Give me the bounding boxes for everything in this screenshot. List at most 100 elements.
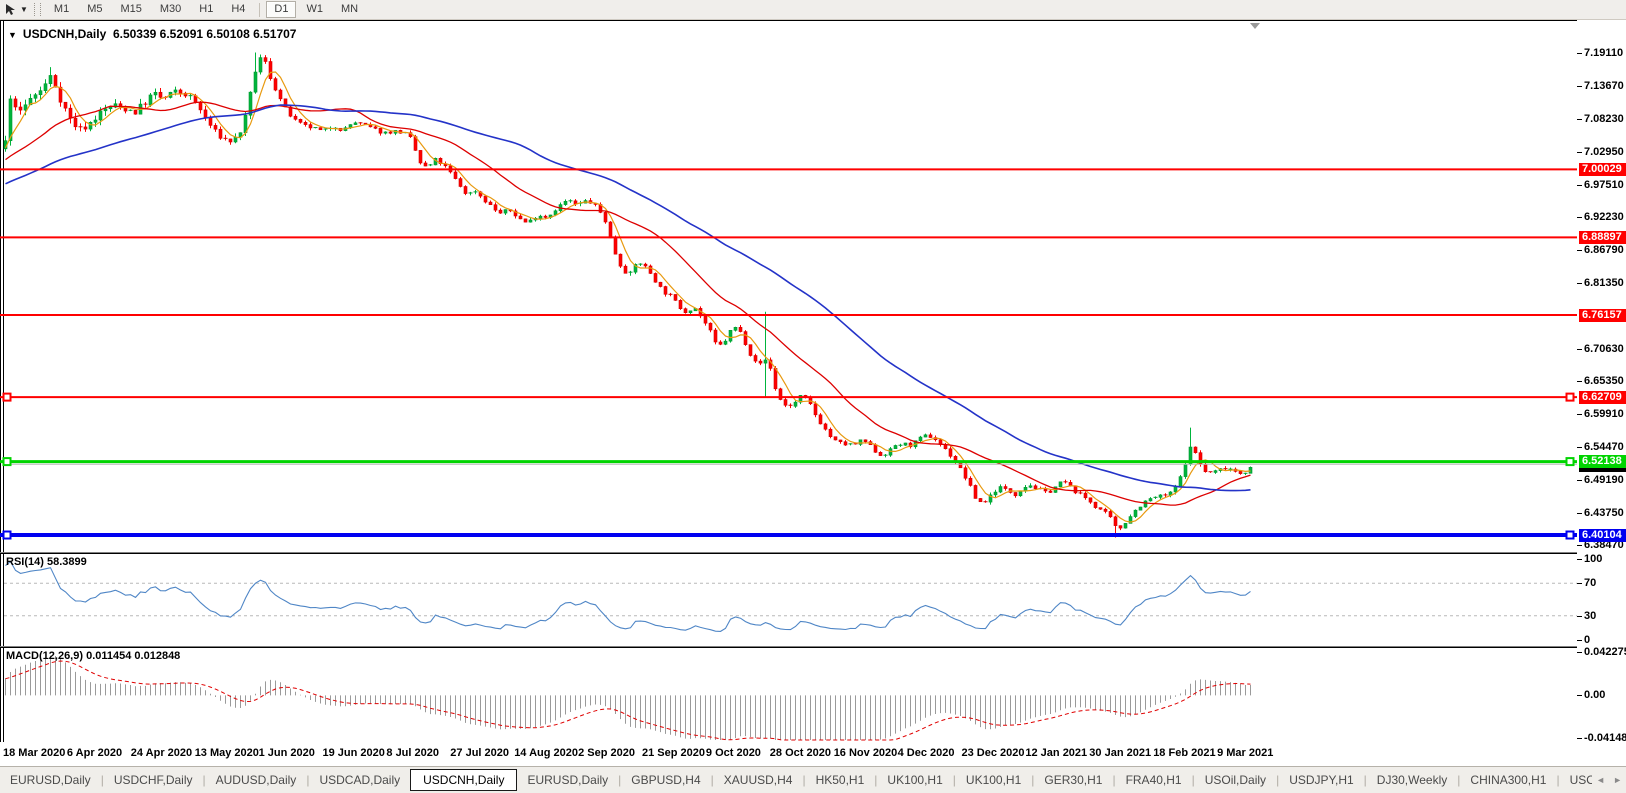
line-handle[interactable] bbox=[1567, 458, 1574, 465]
price-tick-mark bbox=[1577, 447, 1582, 448]
line-handle[interactable] bbox=[1567, 394, 1574, 401]
time-axis[interactable]: 18 Mar 20206 Apr 202024 Apr 202013 May 2… bbox=[0, 742, 1626, 766]
chart-tab-eurusd-daily[interactable]: EURUSD,Daily bbox=[0, 770, 101, 790]
price-tick-label: 6.49190 bbox=[1584, 474, 1624, 486]
tab-scroll-right-button[interactable]: ► bbox=[1609, 775, 1626, 785]
price-tick-label: 7.02950 bbox=[1584, 146, 1624, 158]
timeframe-button-m1[interactable]: M1 bbox=[46, 1, 77, 18]
chart-tab-eurusd-daily[interactable]: EURUSD,Daily bbox=[517, 770, 618, 790]
rsi-tick-mark bbox=[1577, 616, 1582, 617]
price-level-label-7.00029: 7.00029 bbox=[1579, 163, 1626, 176]
timeframe-button-m5[interactable]: M5 bbox=[79, 1, 110, 18]
macd-tick-mark bbox=[1577, 652, 1582, 653]
chart-tab-audusd-daily[interactable]: AUDUSD,Daily bbox=[206, 770, 307, 790]
price-tick-label: 6.81350 bbox=[1584, 277, 1624, 289]
price-tick-mark bbox=[1577, 152, 1582, 153]
date-label: 28 Oct 2020 bbox=[770, 747, 831, 759]
chart-tab-fra40-h1[interactable]: FRA40,H1 bbox=[1116, 770, 1192, 790]
price-axis[interactable]: 7.191107.136707.082307.029506.975106.922… bbox=[1577, 20, 1626, 742]
line-handle[interactable] bbox=[4, 394, 11, 401]
price-tick-mark bbox=[1577, 545, 1582, 546]
date-label: 18 Mar 2020 bbox=[3, 747, 65, 759]
price-level-label-6.76157: 6.76157 bbox=[1579, 309, 1626, 322]
timeframe-button-h1[interactable]: H1 bbox=[191, 1, 221, 18]
price-tick-label: 7.19110 bbox=[1584, 47, 1623, 59]
price-tick-label: 6.97510 bbox=[1584, 179, 1624, 191]
chart-canvas[interactable] bbox=[0, 20, 1626, 742]
timeframe-button-mn[interactable]: MN bbox=[333, 1, 366, 18]
macd-tick-mark bbox=[1577, 738, 1582, 739]
price-tick-mark bbox=[1577, 480, 1582, 481]
date-label: 8 Jul 2020 bbox=[386, 747, 439, 759]
chart-tab-hk50-h1[interactable]: HK50,H1 bbox=[806, 770, 875, 790]
chart-tab-china300-h1[interactable]: CHINA300,H1 bbox=[1460, 770, 1556, 790]
line-handle[interactable] bbox=[1567, 532, 1574, 539]
timeframe-button-m30[interactable]: M30 bbox=[152, 1, 189, 18]
tool-dropdown-arrow-icon[interactable]: ▼ bbox=[20, 5, 28, 14]
chart-tab-usdchf-daily[interactable]: USDCHF,Daily bbox=[104, 770, 203, 790]
chart-tab-xauusd-h4[interactable]: XAUUSD,H4 bbox=[714, 770, 803, 790]
date-label: 1 Jun 2020 bbox=[259, 747, 315, 759]
rsi-tick-label: 100 bbox=[1584, 553, 1602, 565]
price-tick-mark bbox=[1577, 513, 1582, 514]
chart-tab-dj30-weekly[interactable]: DJ30,Weekly bbox=[1367, 770, 1457, 790]
price-tick-mark bbox=[1577, 185, 1582, 186]
chart-tab-uso[interactable]: USO bbox=[1560, 770, 1593, 790]
line-handle[interactable] bbox=[4, 458, 11, 465]
price-tick-label: 6.54470 bbox=[1584, 441, 1624, 453]
toolbar-grip[interactable] bbox=[34, 3, 41, 16]
macd-name: MACD(12,26,9) bbox=[6, 650, 83, 662]
chart-tab-usoil-daily[interactable]: USOil,Daily bbox=[1195, 770, 1276, 790]
chart-tab-usdjpy-h1[interactable]: USDJPY,H1 bbox=[1279, 770, 1363, 790]
timeframe-button-m15[interactable]: M15 bbox=[112, 1, 149, 18]
chart-tab-usdcnh-daily[interactable]: USDCNH,Daily bbox=[410, 769, 517, 791]
rsi-value: 58.3899 bbox=[47, 556, 87, 568]
price-level-label-6.88897: 6.88897 bbox=[1579, 231, 1626, 244]
chart-symbol: USDCNH,Daily bbox=[23, 27, 106, 41]
date-label: 30 Jan 2021 bbox=[1089, 747, 1151, 759]
chart-collapse-arrow-icon[interactable]: ▼ bbox=[8, 30, 17, 40]
top-toolbar: ▼ M1M5M15M30H1H4 D1W1MN bbox=[0, 0, 1626, 20]
price-tick-label: 6.92230 bbox=[1584, 211, 1624, 223]
date-label: 16 Nov 2020 bbox=[834, 747, 898, 759]
date-label: 9 Mar 2021 bbox=[1217, 747, 1273, 759]
cursor-arrow-icon bbox=[4, 3, 16, 16]
chart-ohlc-values: 6.50339 6.52091 6.50108 6.51707 bbox=[113, 27, 297, 41]
rsi-tick-label: 0 bbox=[1584, 634, 1590, 646]
line-handle[interactable] bbox=[4, 532, 11, 539]
macd-tick-label: 0.00 bbox=[1584, 689, 1605, 701]
date-label: 6 Apr 2020 bbox=[67, 747, 122, 759]
macd-tick-mark bbox=[1577, 695, 1582, 696]
chart-window: ▼ USDCNH,Daily 6.50339 6.52091 6.50108 6.… bbox=[0, 20, 1626, 766]
macd-indicator-label: MACD(12,26,9) 0.011454 0.012848 bbox=[6, 650, 180, 662]
timeframe-button-d1[interactable]: D1 bbox=[266, 1, 296, 18]
timeframe-button-w1[interactable]: W1 bbox=[298, 1, 331, 18]
date-label: 13 May 2020 bbox=[195, 747, 259, 759]
chart-tab-usdcad-daily[interactable]: USDCAD,Daily bbox=[309, 770, 410, 790]
rsi-tick-mark bbox=[1577, 640, 1582, 641]
price-tick-mark bbox=[1577, 250, 1582, 251]
price-tick-label: 6.70630 bbox=[1584, 343, 1624, 355]
price-tick-mark bbox=[1577, 381, 1582, 382]
timeframe-button-h4[interactable]: H4 bbox=[223, 1, 253, 18]
price-level-label-6.62709: 6.62709 bbox=[1579, 391, 1626, 404]
macd-tick-label: 0.042275 bbox=[1584, 646, 1626, 658]
price-tick-mark bbox=[1577, 283, 1582, 284]
rsi-tick-mark bbox=[1577, 583, 1582, 584]
cursor-tool-icon[interactable] bbox=[0, 1, 20, 18]
rsi-indicator-label: RSI(14) 58.3899 bbox=[6, 556, 87, 568]
date-label: 4 Dec 2020 bbox=[898, 747, 955, 759]
chart-tab-uk100-h1[interactable]: UK100,H1 bbox=[877, 770, 952, 790]
rsi-tick-label: 30 bbox=[1584, 610, 1596, 622]
chart-tab-gbpusd-h4[interactable]: GBPUSD,H4 bbox=[621, 770, 710, 790]
price-tick-mark bbox=[1577, 349, 1582, 350]
price-tick-mark bbox=[1577, 53, 1582, 54]
date-label: 27 Jul 2020 bbox=[450, 747, 509, 759]
chart-tab-ger30-h1[interactable]: GER30,H1 bbox=[1034, 770, 1112, 790]
rsi-tick-mark bbox=[1577, 559, 1582, 560]
chart-tab-bar: EURUSD,Daily|USDCHF,Daily|AUDUSD,Daily|U… bbox=[0, 766, 1626, 793]
date-label: 18 Feb 2021 bbox=[1153, 747, 1215, 759]
chart-tab-uk100-h1[interactable]: UK100,H1 bbox=[956, 770, 1031, 790]
tab-scroll-left-button[interactable]: ◄ bbox=[1592, 775, 1609, 785]
price-level-label-6.52138: 6.52138 bbox=[1579, 455, 1626, 468]
